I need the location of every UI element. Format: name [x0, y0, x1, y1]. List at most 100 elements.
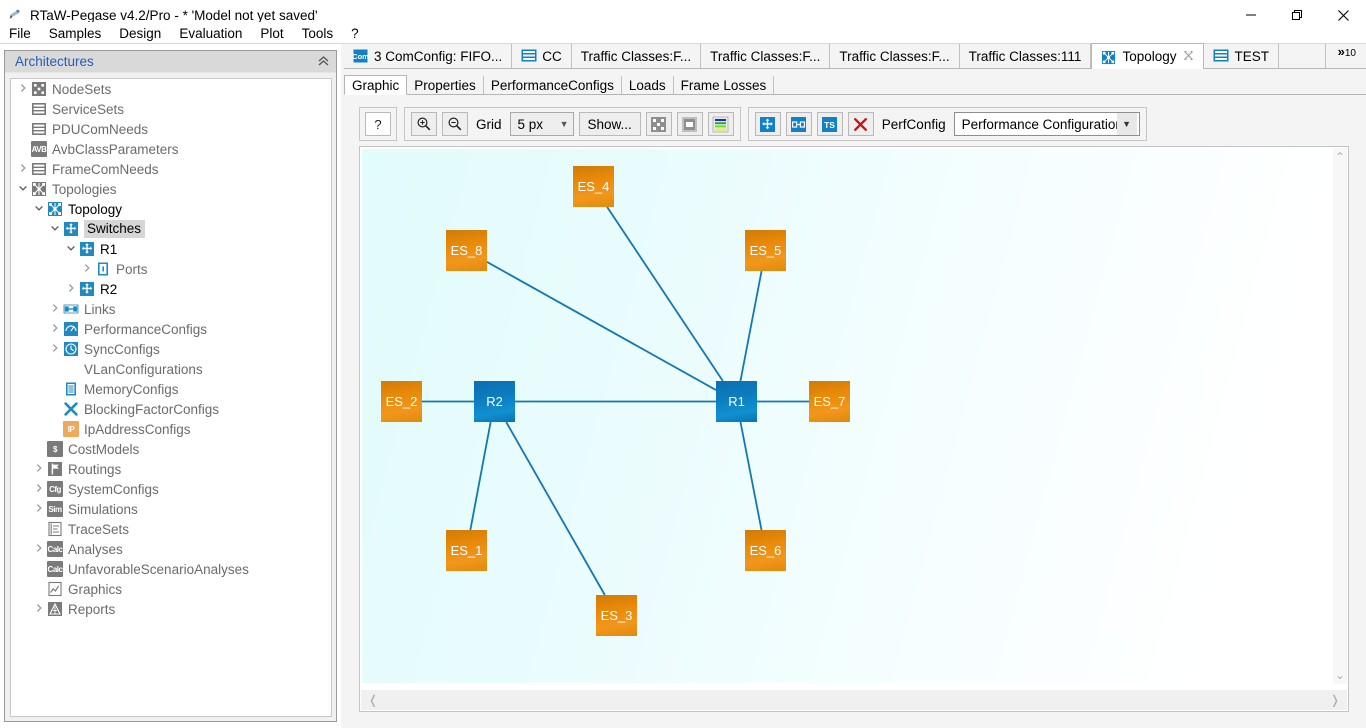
topology-edge[interactable]: [486, 261, 717, 391]
chevron-right-icon[interactable]: [47, 323, 63, 336]
chevron-down-icon[interactable]: [31, 203, 47, 216]
color-legend-button[interactable]: [707, 112, 734, 136]
zoom-in-button[interactable]: [411, 112, 437, 136]
tree-item-costmodels[interactable]: $ CostModels: [11, 439, 331, 459]
tree-item-syncconfigs[interactable]: SyncConfigs: [11, 339, 331, 359]
chevron-down-icon[interactable]: [47, 223, 63, 236]
menu-file[interactable]: File: [0, 24, 40, 43]
tree-item-ports[interactable]: Ports: [11, 259, 331, 279]
chevron-right-icon[interactable]: [31, 503, 47, 516]
topology-node-r1[interactable]: R1: [716, 381, 757, 422]
tree-item-nodesets[interactable]: NodeSets: [11, 79, 331, 99]
editor-tab-traffic-classes-f[interactable]: Traffic Classes:F...: [830, 44, 960, 68]
menu-design[interactable]: Design: [110, 24, 170, 43]
chevron-right-icon[interactable]: [31, 603, 47, 616]
tree-item-simulations[interactable]: Sim Simulations: [11, 499, 331, 519]
chevron-right-icon[interactable]: ❭: [1330, 694, 1340, 706]
topology-node-r2[interactable]: R2: [474, 381, 515, 422]
topology-node-es_6[interactable]: ES_6: [745, 530, 786, 571]
chevron-right-icon[interactable]: [79, 263, 95, 276]
perfconfig-select[interactable]: Performance Configuration ▼: [953, 112, 1140, 136]
add-link-button[interactable]: [785, 112, 812, 136]
inner-tab-properties[interactable]: Properties: [407, 76, 484, 95]
tree-item-topology[interactable]: Topology: [11, 199, 331, 219]
tree-item-ipaddressconfigs[interactable]: IP IpAddressConfigs: [11, 419, 331, 439]
topology-node-es_1[interactable]: ES_1: [446, 530, 487, 571]
tab-overflow-button[interactable]: » 10: [1324, 44, 1366, 68]
tree-item-vlanconfigurations[interactable]: VLanConfigurations: [11, 359, 331, 379]
menu-tools[interactable]: Tools: [293, 24, 343, 43]
chevron-down-icon[interactable]: [15, 183, 31, 196]
tree-item-avbclassparameters[interactable]: AVB AvbClassParameters: [11, 139, 331, 159]
tsn-button[interactable]: TS: [816, 112, 843, 136]
canvas-vertical-scrollbar[interactable]: ⌃ ⌄: [1333, 148, 1347, 684]
inner-tab-loads[interactable]: Loads: [621, 76, 674, 95]
fit-window-button[interactable]: [676, 112, 703, 136]
topology-node-es_8[interactable]: ES_8: [446, 230, 487, 271]
topology-edge[interactable]: [469, 421, 492, 531]
editor-tab-traffic-classes-f[interactable]: Traffic Classes:F...: [701, 44, 831, 68]
chevron-right-icon[interactable]: [63, 283, 79, 296]
editor-tab-topology[interactable]: Topology: [1091, 43, 1205, 69]
tree-item-links[interactable]: Links: [11, 299, 331, 319]
tree-item-analyses[interactable]: Calc Analyses: [11, 539, 331, 559]
tree-item-blockingfactorconfigs[interactable]: BlockingFactorConfigs: [11, 399, 331, 419]
topology-edge[interactable]: [739, 421, 763, 531]
tree-item-routings[interactable]: Routings: [11, 459, 331, 479]
chevron-left-icon[interactable]: ❬: [368, 694, 378, 706]
tree-item-tracesets[interactable]: TraceSets: [11, 519, 331, 539]
help-button[interactable]: ?: [365, 112, 391, 136]
chevron-up-icon[interactable]: ⌃: [1335, 151, 1345, 163]
topology-node-es_3[interactable]: ES_3: [596, 595, 637, 636]
editor-tab-3-comconfig-fifo[interactable]: Com 3 ComConfig: FIFO...: [344, 44, 513, 68]
double-chevron-up-icon[interactable]: [317, 54, 330, 69]
tree-item-framecomneeds[interactable]: FrameComNeeds: [11, 159, 331, 179]
delete-button[interactable]: [847, 112, 874, 136]
editor-tab-traffic-classes-f[interactable]: Traffic Classes:F...: [571, 44, 702, 68]
topology-edge[interactable]: [739, 270, 763, 382]
editor-tab-test[interactable]: TEST: [1204, 44, 1279, 68]
chevron-down-icon[interactable]: ⌄: [1335, 669, 1345, 681]
chevron-right-icon[interactable]: [47, 343, 63, 356]
canvas-horizontal-scrollbar[interactable]: ❬ ❭: [361, 690, 1347, 710]
topology-node-es_7[interactable]: ES_7: [809, 381, 850, 422]
tree-item-r1[interactable]: R1: [11, 239, 331, 259]
chevron-right-icon[interactable]: [31, 483, 47, 496]
chevron-right-icon[interactable]: [31, 463, 47, 476]
chevron-down-icon[interactable]: [63, 243, 79, 256]
tree-item-memoryconfigs[interactable]: MemoryConfigs: [11, 379, 331, 399]
tree-item-unfavorablescenarioanalyses[interactable]: Calc UnfavorableScenarioAnalyses: [11, 559, 331, 579]
chevron-right-icon[interactable]: [31, 543, 47, 556]
tree-item-switches[interactable]: Switches: [11, 219, 331, 239]
menu-evaluation[interactable]: Evaluation: [170, 24, 251, 43]
show-button[interactable]: Show...: [578, 112, 641, 136]
close-tab-icon[interactable]: [1183, 50, 1194, 64]
inner-tab-performanceconfigs[interactable]: PerformanceConfigs: [483, 76, 622, 95]
chevron-right-icon[interactable]: [15, 163, 31, 176]
tree-item-topologies[interactable]: Topologies: [11, 179, 331, 199]
inner-tab-frame-losses[interactable]: Frame Losses: [673, 76, 775, 95]
menu-help[interactable]: ?: [342, 24, 368, 43]
zoom-out-button[interactable]: [442, 112, 468, 136]
align-nodes-button[interactable]: [645, 112, 672, 136]
inner-tab-graphic[interactable]: Graphic: [344, 75, 408, 95]
grid-size-select[interactable]: 5 px ▼: [509, 112, 574, 136]
menu-plot[interactable]: Plot: [251, 24, 292, 43]
topology-node-es_2[interactable]: ES_2: [381, 381, 422, 422]
topology-node-es_5[interactable]: ES_5: [745, 230, 786, 271]
tree-item-reports[interactable]: Reports: [11, 599, 331, 619]
tree-item-servicesets[interactable]: ServiceSets: [11, 99, 331, 119]
topology-edge[interactable]: [505, 421, 606, 596]
editor-tab-cc[interactable]: CC: [512, 44, 572, 68]
topology-canvas[interactable]: ES_4 ES_8 ES_5 ES_2 R2 R1 ES_7 ES_1 ES_6 ES_3: [362, 149, 1334, 683]
topology-node-es_4[interactable]: ES_4: [573, 166, 614, 207]
chevron-right-icon[interactable]: [15, 83, 31, 96]
tree-item-r2[interactable]: R2: [11, 279, 331, 299]
menu-samples[interactable]: Samples: [40, 24, 111, 43]
add-switch-button[interactable]: [754, 112, 781, 136]
tree-item-pducomneeds[interactable]: PDUComNeeds: [11, 119, 331, 139]
architectures-tree[interactable]: NodeSets ServiceSets PDUComNeeds AVB AvbClas…: [10, 78, 332, 717]
topology-edge[interactable]: [606, 206, 724, 382]
tree-item-systemconfigs[interactable]: Cfg SystemConfigs: [11, 479, 331, 499]
tree-item-graphics[interactable]: Graphics: [11, 579, 331, 599]
